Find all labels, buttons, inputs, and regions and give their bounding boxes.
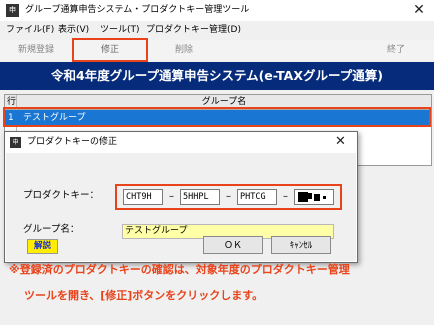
- toolbar: 新規登録 修正 削除 終了: [0, 38, 434, 62]
- dialog-body: プロダクトキー： CHT9H – 5HHPL – PHTCG – グループ名： …: [6, 153, 356, 261]
- new-button[interactable]: 新規登録: [0, 40, 73, 60]
- system-banner: 令和4年度グループ通算申告システム(e-TAXグループ通算): [0, 62, 434, 90]
- row-highlight-frame: [3, 107, 431, 127]
- menu-bar: ファイル(F) 表示(V) ツール(T) プロダクトキー管理(D): [0, 22, 434, 38]
- delete-button[interactable]: 削除: [148, 40, 221, 60]
- product-key-part-2[interactable]: 5HHPL: [180, 189, 220, 205]
- cancel-button[interactable]: ｷｬﾝｾﾙ: [271, 236, 331, 254]
- dialog-title: プロダクトキーの修正: [27, 137, 118, 147]
- window-title: グループ通算申告システム・プロダクトキー管理ツール: [25, 5, 250, 15]
- edit-button[interactable]: 修正: [72, 38, 148, 62]
- dialog-close-icon[interactable]: ✕: [335, 134, 346, 150]
- toolbar-spacer: [220, 40, 359, 60]
- ok-button[interactable]: ＯＫ: [203, 236, 263, 254]
- product-key-label: プロダクトキー：: [23, 190, 100, 201]
- menu-product-key[interactable]: プロダクトキー管理(D): [146, 24, 241, 36]
- masked-key-blot: [323, 196, 326, 199]
- product-key-part-1[interactable]: CHT9H: [123, 189, 163, 205]
- masked-key-blot: [298, 192, 308, 202]
- masked-key-blot: [308, 193, 312, 199]
- instruction-note-line-1: ※登録済のプロダクトキーの確認は、対象年度のプロダクトキー管理: [9, 263, 350, 276]
- menu-file[interactable]: ファイル(F): [6, 24, 54, 36]
- exit-button[interactable]: 終了: [358, 40, 434, 60]
- key-separator: –: [169, 191, 174, 202]
- product-key-part-3[interactable]: PHTCG: [237, 189, 277, 205]
- key-separator: –: [283, 191, 288, 202]
- menu-view[interactable]: 表示(V): [58, 24, 89, 36]
- help-button[interactable]: 解説: [27, 239, 58, 254]
- product-key-part-4-masked[interactable]: [294, 189, 334, 205]
- masked-key-blot: [314, 194, 320, 201]
- group-name-label: グループ名：: [23, 224, 80, 235]
- window-close-icon[interactable]: ✕: [410, 2, 428, 19]
- product-key-fields: CHT9H – 5HHPL – PHTCG –: [115, 184, 342, 210]
- dialog-app-icon: 申: [10, 137, 21, 148]
- product-key-edit-dialog: 申 プロダクトキーの修正 ✕ プロダクトキー： CHT9H – 5HHPL – …: [4, 131, 358, 263]
- menu-tools[interactable]: ツール(T): [100, 24, 140, 36]
- key-separator: –: [226, 191, 231, 202]
- instruction-note-line-2: ツールを開き、[修正]ボタンをクリックします。: [24, 289, 264, 302]
- app-icon: 申: [6, 4, 19, 17]
